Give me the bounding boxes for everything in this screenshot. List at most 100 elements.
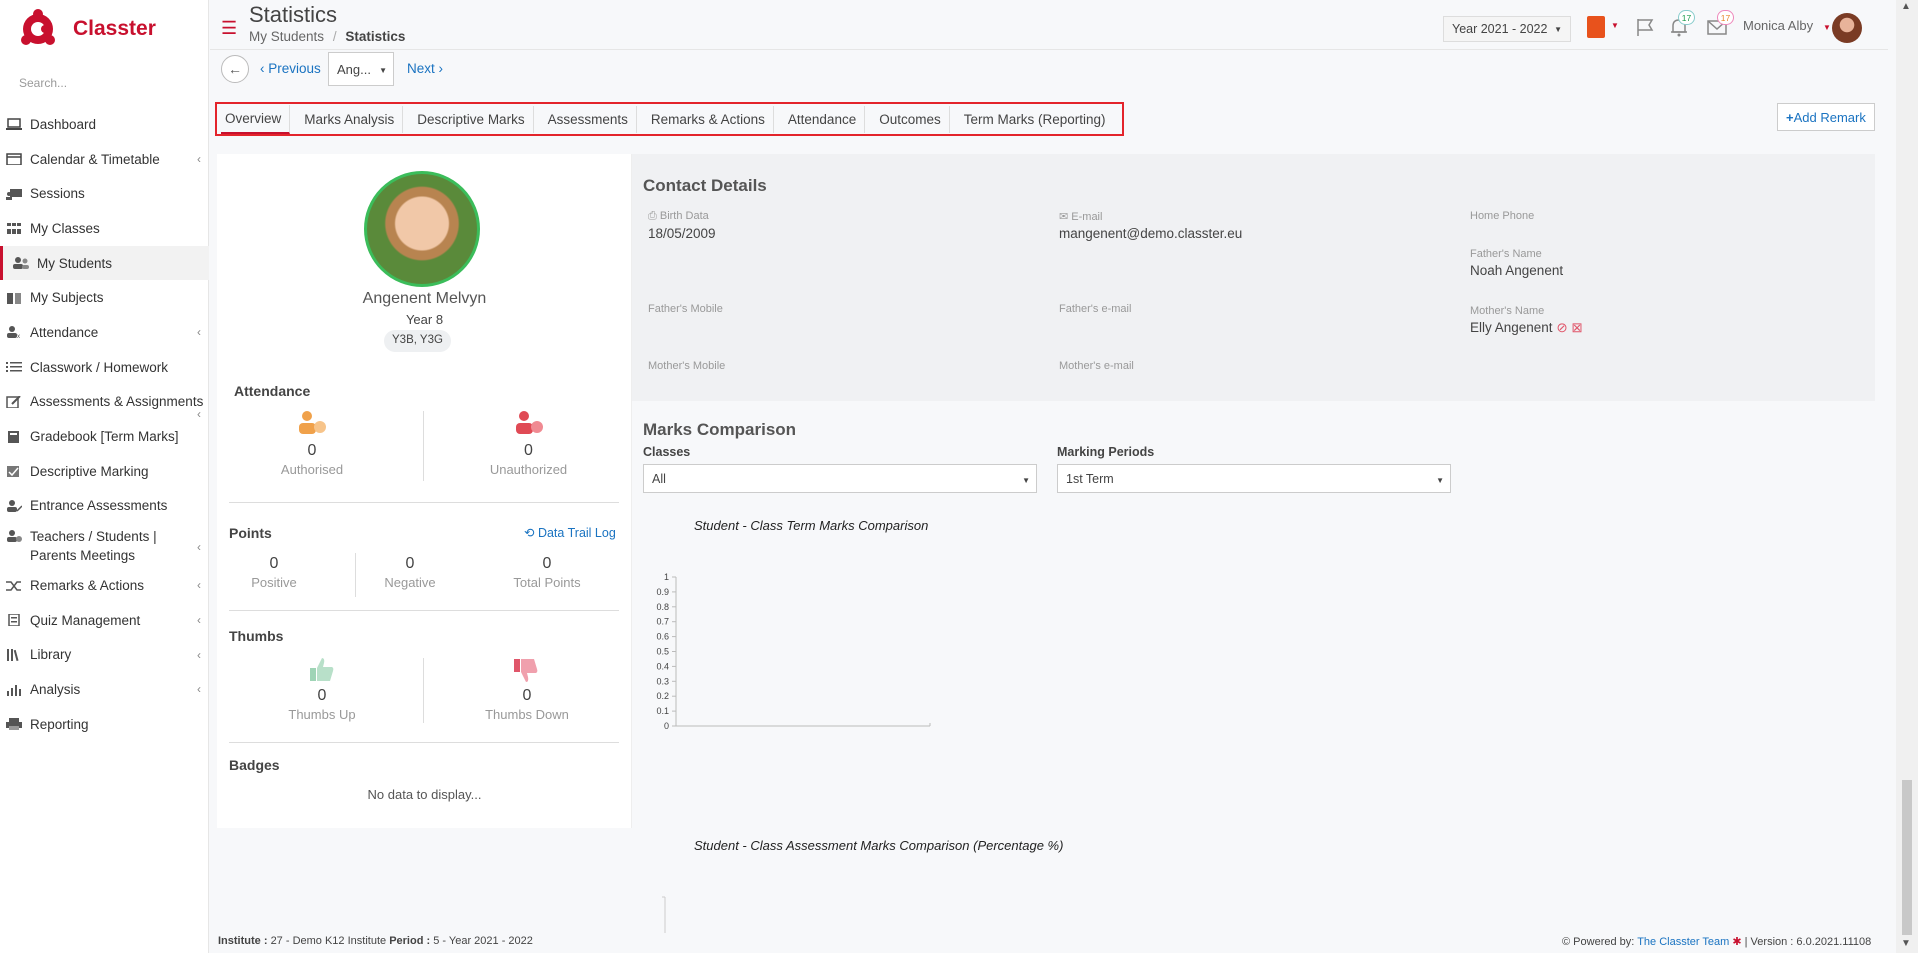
user-slash-icon: ⊘ <box>1556 320 1568 335</box>
gradebook-icon <box>8 430 19 443</box>
father-email-field: Father's e-mail <box>1059 303 1131 318</box>
sidebar-item-label: Quiz Management <box>30 612 141 628</box>
sidebar: Classter Search... Dashboard Calendar & … <box>0 0 209 953</box>
sidebar-item-descriptive[interactable]: Descriptive Marking <box>0 454 209 489</box>
sidebar-item-analysis[interactable]: Analysis ‹ <box>0 672 209 707</box>
breadcrumb: My Students / Statistics <box>249 29 405 44</box>
divider <box>229 610 619 611</box>
sidebar-item-remarks[interactable]: Remarks & Actions ‹ <box>0 568 209 603</box>
marks-comparison-title: Marks Comparison <box>643 420 797 439</box>
unauthorized-stat: 0 Unauthorized <box>481 442 576 477</box>
caret-down-icon: ▼ <box>1436 476 1444 485</box>
y-tick-label: 0.8 <box>656 602 669 612</box>
tab-attendance[interactable]: Attendance <box>784 105 866 133</box>
thumbs-up-icon <box>310 658 334 681</box>
sidebar-item-assessments[interactable]: Assessments & Assignments ‹ <box>0 385 209 421</box>
classter-logo-icon <box>21 9 55 45</box>
negative-value: 0 <box>405 555 415 572</box>
user-name[interactable]: Monica Alby <box>1743 18 1813 33</box>
period-value: 5 - Year 2021 - 2022 <box>433 935 533 947</box>
classter-team-link[interactable]: The Classter Team <box>1637 936 1729 948</box>
sidebar-item-entrance[interactable]: Entrance Assessments <box>0 489 209 524</box>
next-button[interactable]: Next › <box>407 61 443 76</box>
year-select[interactable]: Year 2021 - 2022 ▼ <box>1443 16 1571 42</box>
tab-descriptive-marks[interactable]: Descriptive Marks <box>413 105 534 133</box>
scrollbar-thumb[interactable] <box>1902 780 1912 935</box>
presentation-icon <box>6 188 22 200</box>
tab-term-marks[interactable]: Term Marks (Reporting) <box>960 106 1114 133</box>
sidebar-item-meetings[interactable]: Teachers / Students | Parents Meetings ‹ <box>0 523 209 568</box>
sidebar-item-attendance[interactable]: x Attendance ‹ <box>0 315 209 350</box>
thumbs-up-label: Thumbs Up <box>288 707 356 722</box>
student-select[interactable]: Ang... ▼ <box>328 52 394 86</box>
sidebar-item-reporting[interactable]: Reporting <box>0 707 209 742</box>
arrow-left-icon: ← <box>228 61 242 77</box>
tab-marks-analysis[interactable]: Marks Analysis <box>300 105 404 133</box>
page-title: Statistics <box>249 2 338 27</box>
father-mobile-label: Father's Mobile <box>648 303 723 315</box>
sidebar-item-gradebook[interactable]: Gradebook [Term Marks] <box>0 419 209 454</box>
calendar-icon <box>6 153 22 166</box>
y-tick-label: 1 <box>664 572 669 582</box>
marking-periods-select[interactable]: 1st Term ▼ <box>1057 464 1451 493</box>
powered-label: Powered by: <box>1573 936 1635 948</box>
entrance-icon <box>7 499 22 512</box>
tab-remarks-actions[interactable]: Remarks & Actions <box>647 105 774 133</box>
sidebar-item-sessions[interactable]: Sessions <box>0 176 209 211</box>
y-tick-label: 0.2 <box>656 691 669 701</box>
sidebar-item-quiz[interactable]: Quiz Management ‹ <box>0 603 209 638</box>
laptop-icon <box>6 118 22 131</box>
previous-label: Previous <box>268 61 321 76</box>
scroll-down-icon[interactable]: ▼ <box>1901 938 1911 949</box>
tab-overview[interactable]: Overview <box>221 104 291 134</box>
y-tick-label: 0.6 <box>656 632 669 642</box>
classes-select[interactable]: All ▼ <box>643 464 1037 493</box>
classes-label: Classes <box>643 445 691 459</box>
contact-details-title: Contact Details <box>643 176 767 195</box>
assessment-marks-chart-title: Student - Class Assessment Marks Compari… <box>694 838 1064 853</box>
father-name-field: Father's Name Noah Angenent <box>1470 248 1563 278</box>
thumbs-down-stat: 0 Thumbs Down <box>477 687 577 722</box>
chevron-left-icon: ‹ <box>197 151 201 166</box>
contact-details-panel: Contact Details ⎙ Birth Data 18/05/2009 ✉… <box>632 154 1875 401</box>
page-scrollbar[interactable]: ▲ ▼ <box>1896 0 1918 953</box>
total-points-stat: 0 Total Points <box>507 555 587 590</box>
search-input[interactable]: Search... <box>19 76 67 90</box>
chevron-left-icon: ‹ <box>197 578 201 593</box>
caret-down-icon[interactable]: ▼ <box>1611 21 1619 30</box>
email-value[interactable]: mangenent@demo.classter.eu <box>1059 226 1242 241</box>
library-icon <box>7 648 19 661</box>
data-trail-log-link[interactable]: ⟲ Data Trail Log <box>524 525 616 540</box>
positive-value: 0 <box>269 555 279 572</box>
negative-label: Negative <box>384 575 436 590</box>
previous-button[interactable]: ‹ Previous <box>260 61 321 76</box>
sidebar-item-classwork[interactable]: Classwork / Homework <box>0 350 209 385</box>
sidebar-item-library[interactable]: Library ‹ <box>0 638 209 673</box>
breadcrumb-separator: / <box>332 29 337 44</box>
student-name: Angenent Melvyn <box>362 290 487 307</box>
sidebar-item-subjects[interactable]: My Subjects <box>0 280 209 315</box>
student-profile-card: Angenent Melvyn Year 8 Y3B, Y3G Attendan… <box>217 154 632 828</box>
plus-icon: + <box>1786 110 1794 125</box>
tab-assessments[interactable]: Assessments <box>544 105 637 133</box>
sidebar-item-label: Classwork / Homework <box>30 359 169 375</box>
back-button[interactable]: ← <box>221 55 249 83</box>
father-name-label: Father's Name <box>1470 248 1542 260</box>
sidebar-item-dashboard[interactable]: Dashboard <box>0 107 209 142</box>
add-remark-button[interactable]: +Add Remark <box>1777 103 1875 131</box>
scroll-up-icon[interactable]: ▲ <box>1901 1 1911 12</box>
office-icon[interactable] <box>1587 16 1605 38</box>
caret-down-icon[interactable]: ▼ <box>1823 23 1831 32</box>
avatar[interactable] <box>1832 13 1862 43</box>
flag-icon[interactable] <box>1635 17 1655 37</box>
classter-logo[interactable]: Classter <box>18 8 156 50</box>
mother-mobile-label: Mother's Mobile <box>648 360 726 372</box>
sidebar-item-students[interactable]: My Students <box>0 245 209 281</box>
breadcrumb-my-students[interactable]: My Students <box>249 29 324 44</box>
authorised-label: Authorised <box>280 462 344 477</box>
sidebar-item-label: Attendance <box>30 324 99 340</box>
hamburger-menu-icon[interactable]: ☰ <box>221 18 237 39</box>
sidebar-item-calendar[interactable]: Calendar & Timetable ‹ <box>0 142 209 177</box>
sidebar-item-classes[interactable]: My Classes <box>0 211 209 246</box>
tab-outcomes[interactable]: Outcomes <box>875 105 950 133</box>
